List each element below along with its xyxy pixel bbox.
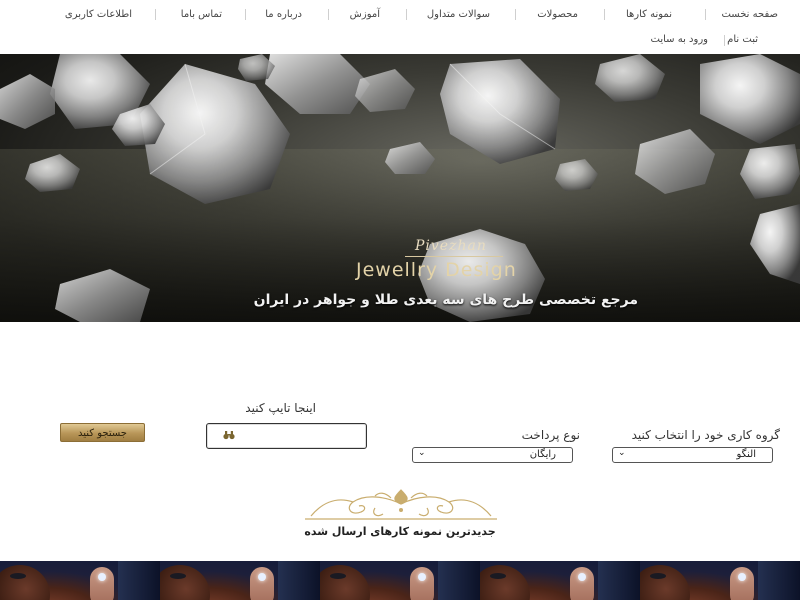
work-group-selected: النگو (736, 449, 756, 460)
chevron-down-icon: ⌄ (418, 448, 426, 458)
diamond (265, 54, 370, 114)
face-shape (480, 565, 530, 600)
hero-script-logo: Pivezhan (415, 238, 487, 254)
diamond (740, 144, 800, 199)
nav-divider (406, 9, 407, 20)
login-link[interactable]: ورود به سایت (651, 34, 708, 45)
eye-shape (490, 573, 506, 579)
ear-shape (250, 567, 274, 600)
face-shape (640, 565, 690, 600)
nav-item-user-info[interactable]: اطلاعات کاربری (65, 9, 132, 20)
face-shape (320, 565, 370, 600)
earring-jewel (738, 573, 746, 581)
register-link[interactable]: ثبت نام (727, 34, 758, 45)
earring-jewel (258, 573, 266, 581)
decorative-ornament (305, 489, 497, 520)
latest-works-title: جدیدترین نمونه کارهای ارسال شده (0, 525, 800, 538)
hero-brand-title: Jewellry Design (356, 259, 517, 281)
latest-works-title-text: جدیدترین نمونه کارهای ارسال شده (304, 525, 496, 538)
eye-shape (330, 573, 346, 579)
work-group-label: گروه کاری خود را انتخاب کنید (631, 428, 780, 442)
search-button[interactable]: جستجو کنید (60, 423, 145, 442)
diamond (0, 74, 55, 129)
nav-item-faq[interactable]: سوالات متداول (427, 9, 490, 20)
ear-shape (90, 567, 114, 600)
nav-divider (155, 9, 156, 20)
payment-type-select[interactable]: رایگان ⌄ (412, 447, 573, 463)
diamond (700, 54, 800, 144)
nav-item-portfolio[interactable]: نمونه کارها (626, 9, 672, 20)
ear-shape (730, 567, 754, 600)
binoculars-icon (223, 430, 235, 443)
top-navigation: صفحه نخست نمونه کارها محصولات سوالات متد… (0, 0, 800, 54)
hero-banner: Pivezhan Jewellry Design مرجع تخصصی طرح … (0, 54, 800, 322)
portfolio-strip (0, 561, 800, 600)
nav-divider (328, 9, 329, 20)
portfolio-thumbnail[interactable] (320, 561, 480, 600)
payment-type-label: نوع پرداخت (521, 428, 580, 442)
hero-tagline: مرجع تخصصی طرح های سه بعدی طلا و جواهر د… (253, 292, 638, 308)
diamond (595, 54, 665, 102)
nav-item-about[interactable]: درباره ما (265, 9, 302, 20)
nav-item-contact[interactable]: تماس باما (181, 9, 222, 20)
hair-shape (758, 561, 800, 600)
earring-jewel (98, 573, 106, 581)
hair-shape (438, 561, 480, 600)
portfolio-thumbnail[interactable] (480, 561, 640, 600)
nav-divider (724, 35, 725, 46)
nav-item-products[interactable]: محصولات (537, 9, 578, 20)
face-shape (160, 565, 210, 600)
nav-divider (705, 9, 706, 20)
diamond (25, 154, 80, 192)
diamond (355, 69, 415, 112)
diamond (555, 159, 598, 191)
ear-shape (410, 567, 434, 600)
diamond (55, 269, 150, 322)
hair-shape (278, 561, 320, 600)
search-label: اینجا تایپ کنید (245, 401, 316, 415)
face-shape (0, 565, 50, 600)
nav-item-home[interactable]: صفحه نخست (721, 9, 778, 20)
diamond (385, 142, 435, 174)
eye-shape (170, 573, 186, 579)
eye-shape (10, 573, 26, 579)
nav-divider (515, 9, 516, 20)
nav-divider (245, 9, 246, 20)
diamonds-illustration (0, 54, 800, 322)
nav-divider (604, 9, 605, 20)
earring-jewel (578, 573, 586, 581)
portfolio-thumbnail[interactable] (0, 561, 160, 600)
hair-shape (598, 561, 640, 600)
hair-shape (118, 561, 160, 600)
chevron-down-icon: ⌄ (618, 448, 626, 458)
eye-shape (650, 573, 666, 579)
diamond (440, 59, 560, 164)
portfolio-thumbnail[interactable] (640, 561, 800, 600)
payment-type-selected: رایگان (529, 449, 556, 460)
portfolio-thumbnail[interactable] (160, 561, 320, 600)
earring-jewel (418, 573, 426, 581)
diamond (750, 204, 800, 284)
logo-underline (405, 256, 503, 257)
nav-item-tutorials[interactable]: آموزش (350, 9, 380, 20)
ear-shape (570, 567, 594, 600)
search-input[interactable] (206, 423, 367, 449)
work-group-select[interactable]: النگو ⌄ (612, 447, 773, 463)
diamond (635, 129, 715, 194)
